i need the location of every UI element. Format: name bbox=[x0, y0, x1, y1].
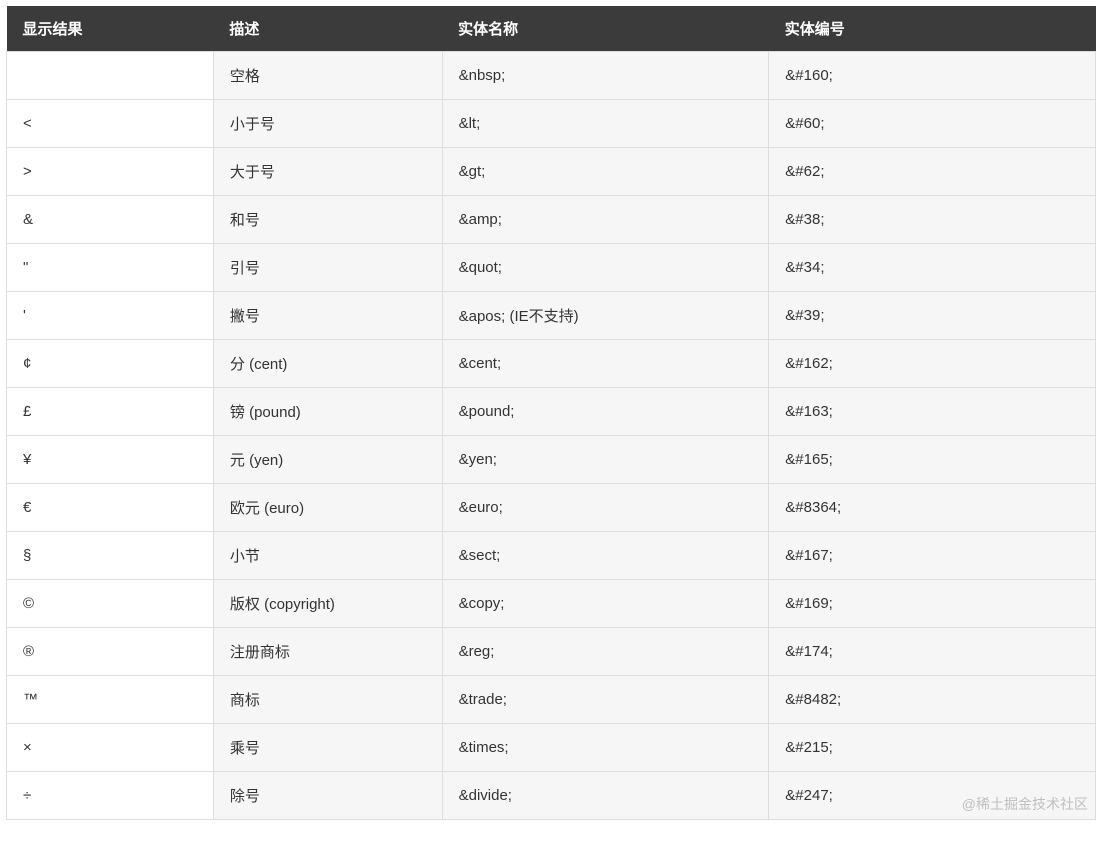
table-row: ÷除号&divide;&#247; bbox=[7, 772, 1096, 820]
cell-num: &#8482; bbox=[769, 676, 1096, 724]
cell-num: &#165; bbox=[769, 436, 1096, 484]
cell-desc: 和号 bbox=[213, 196, 442, 244]
cell-num: &#38; bbox=[769, 196, 1096, 244]
cell-name: &nbsp; bbox=[442, 52, 769, 100]
cell-result: & bbox=[7, 196, 214, 244]
cell-name: &copy; bbox=[442, 580, 769, 628]
table-row: >大于号&gt;&#62; bbox=[7, 148, 1096, 196]
cell-desc: 镑 (pound) bbox=[213, 388, 442, 436]
table-row: £镑 (pound)&pound;&#163; bbox=[7, 388, 1096, 436]
cell-result: ® bbox=[7, 628, 214, 676]
cell-result: ™ bbox=[7, 676, 214, 724]
entity-table-container: 显示结果 描述 实体名称 实体编号 空格&nbsp;&#160;<小于号&lt;… bbox=[0, 0, 1102, 826]
cell-name: &divide; bbox=[442, 772, 769, 820]
cell-name: &trade; bbox=[442, 676, 769, 724]
cell-desc: 元 (yen) bbox=[213, 436, 442, 484]
cell-result: © bbox=[7, 580, 214, 628]
cell-num: &#174; bbox=[769, 628, 1096, 676]
cell-name: &sect; bbox=[442, 532, 769, 580]
cell-num: &#160; bbox=[769, 52, 1096, 100]
table-row: 空格&nbsp;&#160; bbox=[7, 52, 1096, 100]
cell-desc: 商标 bbox=[213, 676, 442, 724]
cell-desc: 版权 (copyright) bbox=[213, 580, 442, 628]
cell-result: ' bbox=[7, 292, 214, 340]
cell-desc: 引号 bbox=[213, 244, 442, 292]
cell-result: × bbox=[7, 724, 214, 772]
table-row: ®注册商标&reg;&#174; bbox=[7, 628, 1096, 676]
header-desc: 描述 bbox=[213, 6, 442, 52]
table-row: ×乘号&times;&#215; bbox=[7, 724, 1096, 772]
cell-num: &#60; bbox=[769, 100, 1096, 148]
cell-name: &pound; bbox=[442, 388, 769, 436]
table-header-row: 显示结果 描述 实体名称 实体编号 bbox=[7, 6, 1096, 52]
cell-desc: 撇号 bbox=[213, 292, 442, 340]
html-entities-table: 显示结果 描述 实体名称 实体编号 空格&nbsp;&#160;<小于号&lt;… bbox=[6, 6, 1096, 820]
cell-num: &#167; bbox=[769, 532, 1096, 580]
table-row: §小节&sect;&#167; bbox=[7, 532, 1096, 580]
cell-num: &#39; bbox=[769, 292, 1096, 340]
cell-name: &euro; bbox=[442, 484, 769, 532]
cell-desc: 小于号 bbox=[213, 100, 442, 148]
cell-name: &lt; bbox=[442, 100, 769, 148]
cell-desc: 乘号 bbox=[213, 724, 442, 772]
cell-num: &#162; bbox=[769, 340, 1096, 388]
table-row: €欧元 (euro)&euro;&#8364; bbox=[7, 484, 1096, 532]
cell-result: ÷ bbox=[7, 772, 214, 820]
cell-result: £ bbox=[7, 388, 214, 436]
cell-num: &#169; bbox=[769, 580, 1096, 628]
table-row: "引号&quot;&#34; bbox=[7, 244, 1096, 292]
table-row: ©版权 (copyright)&copy;&#169; bbox=[7, 580, 1096, 628]
cell-desc: 欧元 (euro) bbox=[213, 484, 442, 532]
cell-desc: 除号 bbox=[213, 772, 442, 820]
cell-num: &#62; bbox=[769, 148, 1096, 196]
cell-num: &#34; bbox=[769, 244, 1096, 292]
cell-result: " bbox=[7, 244, 214, 292]
cell-desc: 空格 bbox=[213, 52, 442, 100]
cell-desc: 大于号 bbox=[213, 148, 442, 196]
header-result: 显示结果 bbox=[7, 6, 214, 52]
cell-result: ¢ bbox=[7, 340, 214, 388]
table-row: ¢分 (cent)&cent;&#162; bbox=[7, 340, 1096, 388]
cell-name: &cent; bbox=[442, 340, 769, 388]
table-row: &和号&amp;&#38; bbox=[7, 196, 1096, 244]
header-name: 实体名称 bbox=[442, 6, 769, 52]
table-row: <小于号&lt;&#60; bbox=[7, 100, 1096, 148]
table-body: 空格&nbsp;&#160;<小于号&lt;&#60;>大于号&gt;&#62;… bbox=[7, 52, 1096, 820]
table-row: '撇号&apos; (IE不支持)&#39; bbox=[7, 292, 1096, 340]
cell-result bbox=[7, 52, 214, 100]
cell-name: &reg; bbox=[442, 628, 769, 676]
cell-name: &apos; (IE不支持) bbox=[442, 292, 769, 340]
cell-desc: 分 (cent) bbox=[213, 340, 442, 388]
cell-name: &gt; bbox=[442, 148, 769, 196]
cell-desc: 小节 bbox=[213, 532, 442, 580]
header-num: 实体编号 bbox=[769, 6, 1096, 52]
cell-result: < bbox=[7, 100, 214, 148]
cell-num: &#247; bbox=[769, 772, 1096, 820]
cell-num: &#215; bbox=[769, 724, 1096, 772]
cell-num: &#163; bbox=[769, 388, 1096, 436]
cell-desc: 注册商标 bbox=[213, 628, 442, 676]
cell-name: &quot; bbox=[442, 244, 769, 292]
cell-result: > bbox=[7, 148, 214, 196]
cell-name: &yen; bbox=[442, 436, 769, 484]
cell-result: § bbox=[7, 532, 214, 580]
cell-result: ¥ bbox=[7, 436, 214, 484]
cell-result: € bbox=[7, 484, 214, 532]
table-row: ¥元 (yen)&yen;&#165; bbox=[7, 436, 1096, 484]
cell-name: &amp; bbox=[442, 196, 769, 244]
table-row: ™商标&trade;&#8482; bbox=[7, 676, 1096, 724]
cell-name: &times; bbox=[442, 724, 769, 772]
cell-num: &#8364; bbox=[769, 484, 1096, 532]
